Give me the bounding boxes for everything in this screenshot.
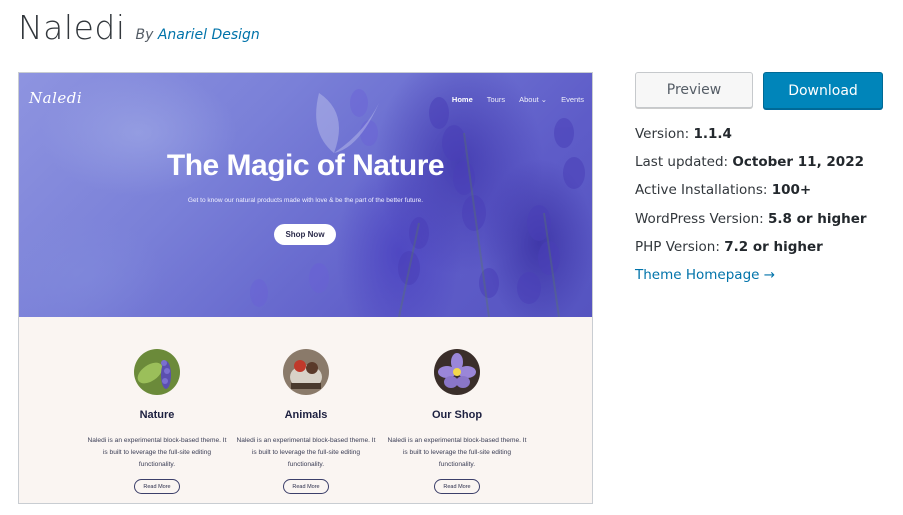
author-link[interactable]: Anariel Design: [158, 27, 260, 43]
lavender-background-image: [250, 89, 585, 317]
active-installations-row: Active Installations: 100+: [635, 181, 867, 209]
shop-now-button: Shop Now: [274, 224, 336, 245]
theme-homepage-row: Theme Homepage →: [635, 266, 867, 294]
last-updated-label: Last updated:: [635, 154, 729, 171]
read-more-button: Read More: [283, 479, 329, 494]
php-version-value: 7.2 or higher: [724, 238, 823, 255]
version-value: 1.1.4: [693, 126, 732, 142]
by-label: By: [135, 27, 154, 43]
read-more-button: Read More: [434, 479, 480, 494]
feature-title: Animals: [284, 409, 328, 421]
site-nav: Home Tours About ⌄ Events: [452, 95, 584, 104]
theme-screenshot: Naledi Home Tours About ⌄ Events The Mag…: [18, 72, 593, 504]
wordpress-version-value: 5.8 or higher: [768, 210, 867, 227]
feature-title: Nature: [139, 409, 175, 421]
nav-item-about: About ⌄: [519, 95, 548, 104]
feature-title: Our Shop: [431, 409, 483, 421]
download-button[interactable]: Download: [763, 72, 883, 109]
nav-item-tours: Tours: [486, 95, 506, 104]
feature-text: Naledi is an experimental block-based th…: [87, 437, 227, 468]
theme-header: Naledi By Anariel Design: [18, 8, 260, 47]
theme-actions: Preview Download: [635, 72, 883, 109]
hero-subtitle: Get to know our natural products made wi…: [187, 197, 424, 204]
features-section: Nature Naledi is an experimental block-b…: [19, 317, 592, 503]
version-row: Version: 1.1.4: [635, 125, 867, 153]
wordpress-version-row: WordPress Version: 5.8 or higher: [635, 210, 867, 238]
site-logo: Naledi: [29, 89, 83, 107]
feature-text: Naledi is an experimental block-based th…: [236, 437, 376, 468]
preview-button[interactable]: Preview: [635, 72, 753, 108]
php-version-label: PHP Version:: [635, 238, 720, 255]
read-more-button: Read More: [134, 479, 180, 494]
feature-text: Naledi is an experimental block-based th…: [387, 437, 527, 468]
active-installations-label: Active Installations:: [635, 182, 768, 199]
php-version-row: PHP Version: 7.2 or higher: [635, 238, 867, 266]
active-installations-value: 100+: [771, 182, 812, 199]
nav-item-home: Home: [451, 95, 473, 104]
wordpress-version-label: WordPress Version:: [635, 210, 764, 227]
theme-homepage-link[interactable]: Theme Homepage →: [635, 267, 775, 283]
version-label: Version:: [635, 126, 690, 142]
nav-item-events: Events: [561, 95, 584, 104]
hero-title: The Magic of Nature: [166, 149, 445, 182]
shop-image: [434, 349, 480, 395]
nature-image: [134, 349, 180, 395]
theme-meta: Version: 1.1.4 Last updated: October 11,…: [635, 125, 867, 294]
last-updated-value: October 11, 2022: [732, 154, 864, 171]
hero-section: Naledi Home Tours About ⌄ Events The Mag…: [19, 73, 592, 317]
theme-author: By Anariel Design: [136, 27, 260, 43]
theme-title: Naledi: [18, 8, 126, 47]
last-updated-row: Last updated: October 11, 2022: [635, 153, 867, 181]
animals-image: [283, 349, 329, 395]
